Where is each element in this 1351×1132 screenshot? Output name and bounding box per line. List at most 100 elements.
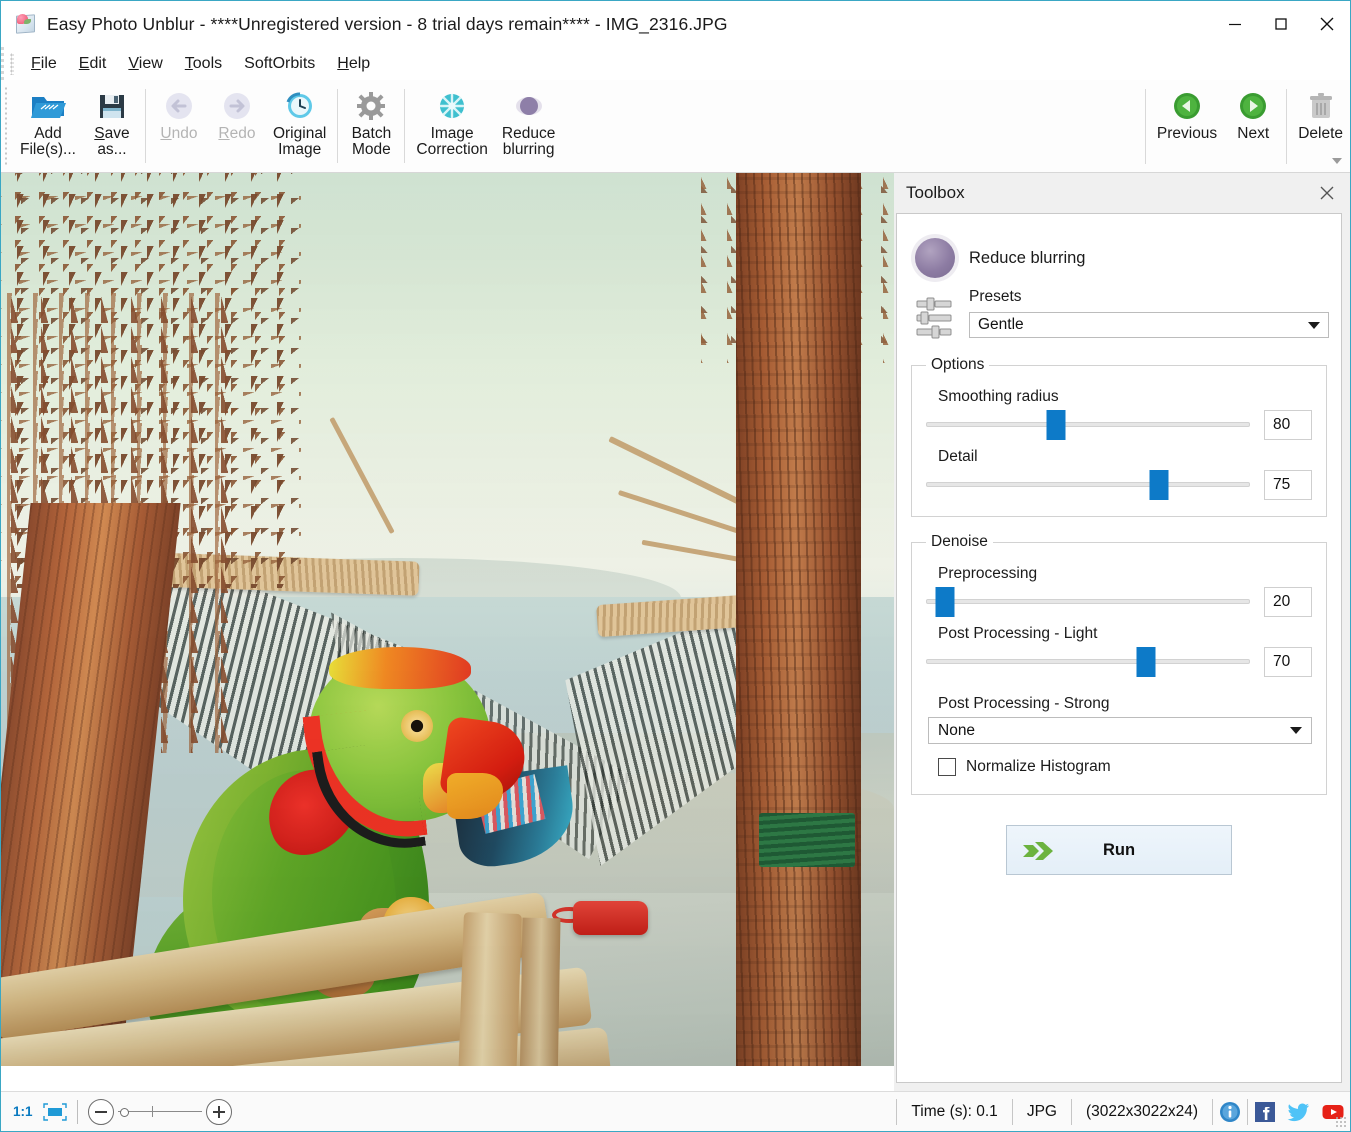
image-canvas[interactable] xyxy=(1,173,894,1091)
post-processing-light-slider[interactable] xyxy=(926,647,1250,677)
menu-item-softorbits[interactable]: SoftOrbits xyxy=(233,51,326,77)
status-separator-6 xyxy=(1247,1099,1248,1125)
toolbar-button-batch-mode[interactable]: Batch Mode xyxy=(342,80,400,172)
post-processing-strong-dropdown[interactable]: None xyxy=(928,717,1312,744)
zoom-controls xyxy=(88,1099,232,1125)
normalize-histogram-checkbox[interactable] xyxy=(938,758,956,776)
photo-preview xyxy=(1,173,894,1066)
slider-thumb[interactable] xyxy=(1137,647,1156,677)
purple-orb-icon xyxy=(915,238,955,278)
slider-thumb[interactable] xyxy=(1150,470,1169,500)
denoise-group: Denoise Preprocessing 20 Post Processing… xyxy=(911,533,1327,795)
status-separator-1 xyxy=(77,1100,78,1124)
detail-label: Detail xyxy=(938,448,1312,466)
twitter-icon[interactable] xyxy=(1287,1100,1311,1124)
undo-arrow-icon xyxy=(163,88,195,124)
detail-value[interactable]: 75 xyxy=(1264,470,1312,500)
close-button[interactable] xyxy=(1304,1,1350,47)
menu-item-help[interactable]: Help xyxy=(326,51,381,77)
toolbar-button-original-image[interactable]: Original Image xyxy=(266,80,333,172)
menu-bar: File Edit View Tools SoftOrbits Help xyxy=(1,47,1350,80)
sliders-icon xyxy=(915,296,955,340)
presets-dropdown[interactable]: Gentle xyxy=(969,312,1329,338)
zoom-slider-knob[interactable] xyxy=(120,1108,129,1117)
status-format: JPG xyxy=(1013,1099,1071,1125)
slider-thumb[interactable] xyxy=(1046,410,1065,440)
toolbox-close-icon[interactable] xyxy=(1316,182,1338,204)
post-processing-light-label: Post Processing - Light xyxy=(938,625,1312,643)
menu-item-view[interactable]: View xyxy=(117,51,173,77)
main-body: Toolbox Reduce blurring xyxy=(1,173,1350,1091)
info-icon[interactable] xyxy=(1218,1100,1242,1124)
toolbox-header: Toolbox xyxy=(894,173,1350,213)
green-run-arrow-icon xyxy=(1021,838,1055,864)
run-button[interactable]: Run xyxy=(1006,825,1232,875)
status-separator-5 xyxy=(1212,1099,1213,1125)
slider-track xyxy=(926,659,1250,664)
detail-row: 75 xyxy=(926,470,1312,500)
menu-item-edit[interactable]: Edit xyxy=(68,51,118,77)
toolbar-button-redo[interactable]: Redo xyxy=(208,80,266,172)
menu-item-tools[interactable]: Tools xyxy=(174,51,233,77)
normalize-histogram-label: Normalize Histogram xyxy=(966,758,1111,776)
status-time: Time (s): 0.1 xyxy=(897,1099,1011,1125)
toolbar-separator-4 xyxy=(1145,89,1146,164)
slider-track xyxy=(926,422,1250,427)
maximize-button[interactable] xyxy=(1258,1,1304,47)
preset-row: Presets Gentle xyxy=(915,288,1329,340)
detail-slider[interactable] xyxy=(926,470,1250,500)
open-folder-icon xyxy=(30,88,66,124)
main-toolbar: Add File(s)... Save as... xyxy=(1,80,1350,173)
toolbar-label-original-image: Original Image xyxy=(273,126,326,158)
fit-to-window-icon[interactable] xyxy=(43,1103,67,1121)
slider-thumb[interactable] xyxy=(936,587,955,617)
toolbar-overflow-chevron-down-icon[interactable] xyxy=(1330,154,1344,168)
zoom-in-icon[interactable] xyxy=(206,1099,232,1125)
snowflake-teal-icon xyxy=(436,88,468,124)
toolbar-button-add-files[interactable]: Add File(s)... xyxy=(13,80,83,172)
denoise-legend: Denoise xyxy=(926,533,993,551)
preprocessing-value[interactable]: 20 xyxy=(1264,587,1312,617)
post-processing-light-value[interactable]: 70 xyxy=(1264,647,1312,677)
title-bar: Easy Photo Unblur - ****Unregistered ver… xyxy=(1,1,1350,47)
toolbar-separator-1 xyxy=(145,89,146,163)
toolbox-title: Toolbox xyxy=(906,183,965,203)
toolbar-label-image-correction: Image Correction xyxy=(416,126,488,158)
zoom-ratio-label[interactable]: 1:1 xyxy=(13,1104,33,1119)
run-button-wrap: Run xyxy=(909,825,1329,875)
toolbar-label-reduce-blurring: Reduce blurring xyxy=(502,126,555,158)
toolbar-button-previous[interactable]: Previous xyxy=(1150,80,1224,173)
menu-item-file[interactable]: File xyxy=(20,51,68,77)
zoom-slider-tick xyxy=(152,1106,153,1117)
normalize-histogram-checkbox-row[interactable]: Normalize Histogram xyxy=(938,758,1312,776)
preprocessing-slider[interactable] xyxy=(926,587,1250,617)
preset-column: Presets Gentle xyxy=(969,288,1329,338)
floppy-save-icon xyxy=(97,88,127,124)
slider-track xyxy=(926,599,1250,604)
clock-history-icon xyxy=(284,88,316,124)
post-processing-light-row: 70 xyxy=(926,647,1312,677)
toolbar-drag-grip[interactable] xyxy=(4,86,9,166)
toolbar-button-save-as[interactable]: Save as... xyxy=(83,80,141,172)
toolbar-button-undo[interactable]: Undo xyxy=(150,80,208,172)
menu-drag-grip[interactable] xyxy=(10,53,14,75)
toolbar-button-reduce-blurring[interactable]: Reduce blurring xyxy=(495,80,562,172)
toolbar-label-delete: Delete xyxy=(1298,126,1343,142)
minimize-button[interactable] xyxy=(1212,1,1258,47)
resize-grip[interactable] xyxy=(1335,1116,1347,1128)
toolbar-label-redo: Redo xyxy=(218,126,255,142)
toolbar-button-image-correction[interactable]: Image Correction xyxy=(409,80,495,172)
application-window: Easy Photo Unblur - ****Unregistered ver… xyxy=(0,0,1351,1132)
green-right-arrow-icon xyxy=(1238,88,1268,124)
toolbox-panel: Toolbox Reduce blurring xyxy=(894,173,1350,1091)
toolbar-label-undo: Undo xyxy=(160,126,197,142)
toolbar-button-next[interactable]: Next xyxy=(1224,80,1282,173)
zoom-out-icon[interactable] xyxy=(88,1099,114,1125)
presets-selected-value: Gentle xyxy=(978,316,1024,334)
zoom-slider[interactable] xyxy=(118,1099,202,1125)
smoothing-radius-slider[interactable] xyxy=(926,410,1250,440)
toolbar-label-next: Next xyxy=(1237,126,1269,142)
status-bar: 1:1 Time (s): 0.1 JPG xyxy=(1,1091,1350,1131)
facebook-icon[interactable] xyxy=(1253,1100,1277,1124)
smoothing-radius-value[interactable]: 80 xyxy=(1264,410,1312,440)
